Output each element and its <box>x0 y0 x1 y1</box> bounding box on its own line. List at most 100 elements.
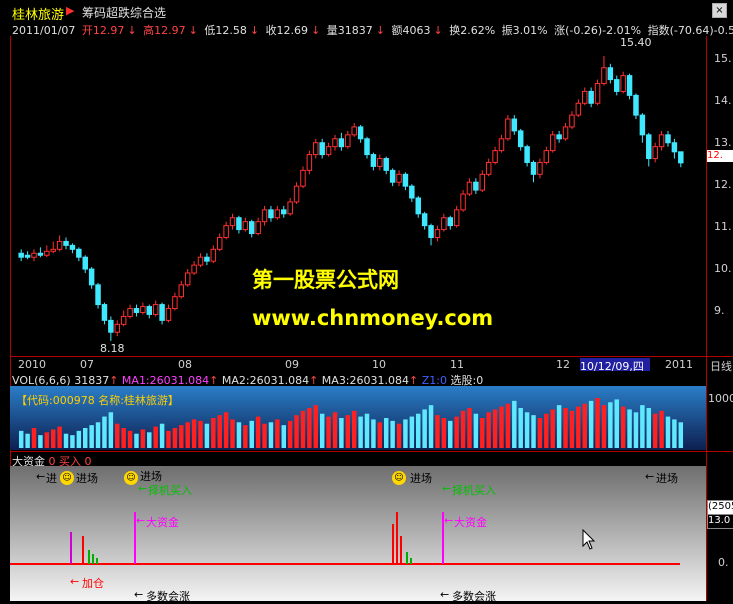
candle-body <box>421 213 428 227</box>
signal-arrow-icon: ← <box>440 588 450 601</box>
period-label[interactable]: 日线 <box>710 358 732 374</box>
candle-body <box>242 221 249 231</box>
candle-body <box>639 114 646 136</box>
price-tick: 12. <box>714 178 732 191</box>
signal-arrow-icon: ← <box>136 514 146 527</box>
candle-body <box>581 90 588 104</box>
dropdown-arrow-icon[interactable]: ▶ <box>66 4 74 17</box>
candle-body <box>216 236 223 250</box>
signal-label: 进 <box>46 472 57 485</box>
signal-bar <box>88 550 90 564</box>
signal-bar <box>96 558 98 564</box>
candle-body <box>626 75 633 96</box>
volume-bar <box>31 428 37 448</box>
candle-body <box>31 252 37 258</box>
volume-bar <box>633 412 639 448</box>
volume-bar <box>275 419 280 448</box>
candle-body <box>146 306 153 315</box>
volume-bar <box>38 435 43 448</box>
candle-body <box>287 201 293 215</box>
signal-arrow-icon: ← <box>444 514 454 527</box>
volume-bar <box>537 418 543 448</box>
date-cursor-label: 10/12/09,四 <box>580 358 650 373</box>
volume-bar <box>358 416 363 448</box>
volume-bar <box>140 429 146 448</box>
volume-bar <box>339 418 344 448</box>
indicator-value-box: (2505 <box>707 500 733 515</box>
volume-bar <box>665 416 671 448</box>
volume-bar <box>153 426 158 448</box>
candle-body <box>594 83 601 104</box>
signal-arrow-icon: ← <box>138 482 148 495</box>
volume-bar <box>115 423 120 448</box>
signal-arrow-icon: ← <box>36 470 46 483</box>
candle-body <box>306 154 313 171</box>
volume-bar <box>531 415 536 448</box>
volume-bar <box>601 405 607 448</box>
volume-bar <box>620 406 626 448</box>
volume-bar <box>646 408 652 448</box>
candle-body <box>159 304 165 321</box>
candle-body <box>633 94 639 116</box>
candle-body <box>165 308 172 321</box>
volume-bar <box>678 422 684 448</box>
price-tick: 14. <box>714 94 732 107</box>
volume-bar <box>467 408 472 448</box>
signal-chart[interactable] <box>10 466 706 601</box>
candle-body <box>357 126 364 140</box>
volume-bar <box>383 418 389 448</box>
candle-body <box>88 268 95 286</box>
indicator-name[interactable]: 筹码超跌综合选 <box>82 4 166 21</box>
candle-body <box>101 304 108 321</box>
date-label: 2010 <box>18 358 46 371</box>
volume-bar <box>396 423 402 448</box>
candle-body <box>82 256 88 270</box>
signal-arrow-icon: ← <box>442 482 452 495</box>
volume-bar <box>364 413 370 448</box>
price-tick: 10. <box>714 262 732 275</box>
candle-body <box>460 193 466 211</box>
signal-bar <box>70 532 72 564</box>
candle-body <box>140 306 146 313</box>
candle-body <box>543 150 550 163</box>
candle-body <box>210 248 217 262</box>
volume-bar <box>480 418 485 448</box>
signal-arrow-icon: ← <box>134 588 144 601</box>
price-tick: 9. <box>714 304 725 317</box>
volume-bar <box>371 419 376 448</box>
close-icon[interactable]: × <box>712 3 727 18</box>
volume-bar <box>313 405 319 448</box>
candle-body <box>517 130 524 148</box>
volume-bar <box>287 420 293 448</box>
signal-label: 择机买入 <box>148 484 192 497</box>
candle-body <box>556 134 562 140</box>
volume-bar <box>409 416 415 448</box>
volume-bar <box>332 412 338 448</box>
volume-bar <box>441 418 447 448</box>
volume-bar <box>659 410 664 448</box>
high-annotation: 15.40 <box>620 36 652 49</box>
volume-bar <box>454 416 459 448</box>
candle-body <box>588 90 594 104</box>
stock-name[interactable]: 桂林旅游 <box>12 4 64 23</box>
candle-body <box>377 158 383 167</box>
volume-bar <box>448 420 453 448</box>
candle-body <box>441 217 447 231</box>
volume-bar <box>166 430 171 448</box>
volume-bar <box>486 412 491 448</box>
signal-label: 择机买入 <box>452 484 496 497</box>
volume-bar <box>198 420 203 448</box>
volume-bar <box>230 419 235 448</box>
candle-body <box>63 240 69 246</box>
candle-body <box>569 114 575 128</box>
candle-body <box>114 323 121 333</box>
signal-arrow-icon: ← <box>70 575 80 588</box>
indicator-value-box: 13.0 <box>707 514 733 529</box>
candle-body <box>127 308 133 317</box>
signal-bar <box>400 536 402 564</box>
candle-body <box>562 126 569 140</box>
candle-body <box>18 252 24 258</box>
date-label: 08 <box>178 358 192 371</box>
volume-bar <box>524 412 530 448</box>
date-label: 09 <box>285 358 299 371</box>
